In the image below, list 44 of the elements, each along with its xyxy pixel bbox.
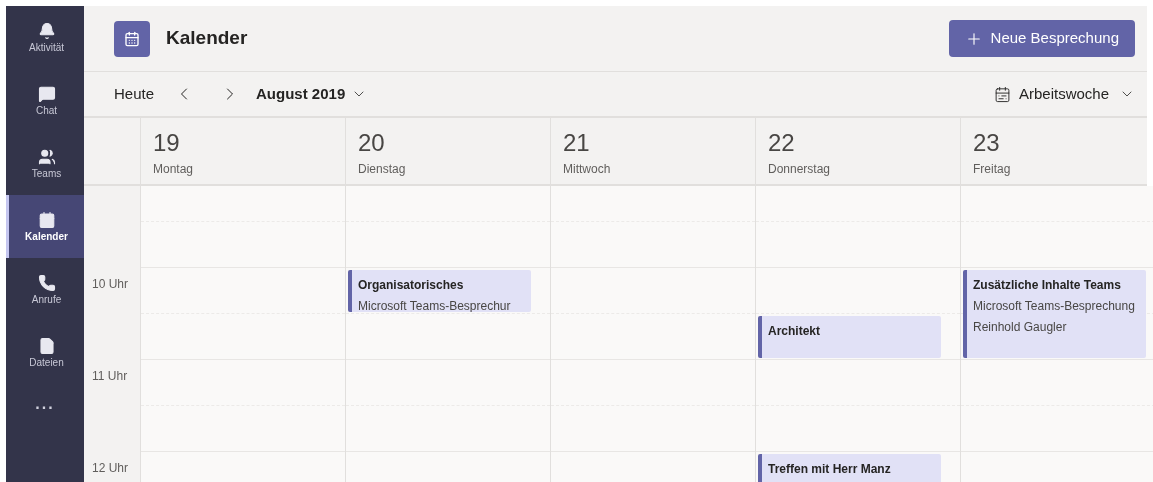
calendar-event[interactable]: Organisatorisches Microsoft Teams-Besprechur (348, 270, 531, 312)
day-number: 22 (768, 128, 796, 158)
weekday-label: Freitag (973, 161, 1012, 178)
calendar-icon (37, 211, 56, 229)
day-number: 19 (153, 128, 181, 158)
hour-label: 12 Uhr (92, 461, 129, 475)
calendar-icon (114, 20, 150, 57)
calendar-event[interactable]: Architekt (758, 316, 941, 358)
event-detail: Microsoft Teams-Besprechur (358, 298, 512, 312)
weekday-label: Donnerstag (768, 161, 832, 178)
day-number: 21 (563, 128, 591, 158)
hour-label: 10 Uhr (92, 277, 129, 291)
calendar-icon (993, 85, 1011, 103)
event-title: Architekt (768, 323, 821, 340)
people-icon (37, 148, 56, 166)
new-meeting-button[interactable]: Neue Besprechung (948, 20, 1135, 57)
event-detail: Reinhold Gaugler (973, 319, 1068, 336)
weekday-label: Montag (153, 161, 195, 178)
calendar-event[interactable]: Zusätzliche Inhalte Teams Microsoft Teams-Besprechung Reinhold Gaugler (963, 270, 1146, 358)
event-title: Organisatorisches (358, 277, 465, 294)
calendar-event[interactable]: Treffen mit Herr Manz (758, 454, 941, 482)
weekday-label: Dienstag (358, 161, 407, 178)
sidebar-item[interactable]: Kalender (6, 195, 84, 258)
month-dropdown[interactable]: August 2019 (256, 82, 368, 106)
chat-bubble-icon (37, 85, 56, 103)
today-button[interactable]: Heute (114, 82, 155, 106)
more-button[interactable]: ... (6, 384, 84, 424)
day-number: 23 (973, 128, 1001, 158)
page-title: Kalender (166, 26, 248, 51)
event-detail: Microsoft Teams-Besprechung (973, 298, 1136, 315)
sidebar-item[interactable]: Teams (6, 132, 84, 195)
sidebar-item[interactable]: Aktivität (6, 6, 84, 69)
phone-icon (37, 274, 56, 292)
bell-icon (37, 22, 56, 40)
event-title: Zusätzliche Inhalte Teams (973, 277, 1122, 294)
event-title: Treffen mit Herr Manz (768, 461, 892, 478)
day-number: 20 (358, 128, 386, 158)
hour-label: 11 Uhr (92, 369, 128, 383)
sidebar-item[interactable]: Dateien (6, 321, 84, 384)
file-icon (37, 337, 56, 355)
sidebar-item[interactable]: Anrufe (6, 258, 84, 321)
view-dropdown[interactable]: Arbeitswoche (993, 82, 1135, 106)
sidebar-item[interactable]: Chat (6, 69, 84, 132)
weekday-label: Mittwoch (563, 161, 612, 178)
